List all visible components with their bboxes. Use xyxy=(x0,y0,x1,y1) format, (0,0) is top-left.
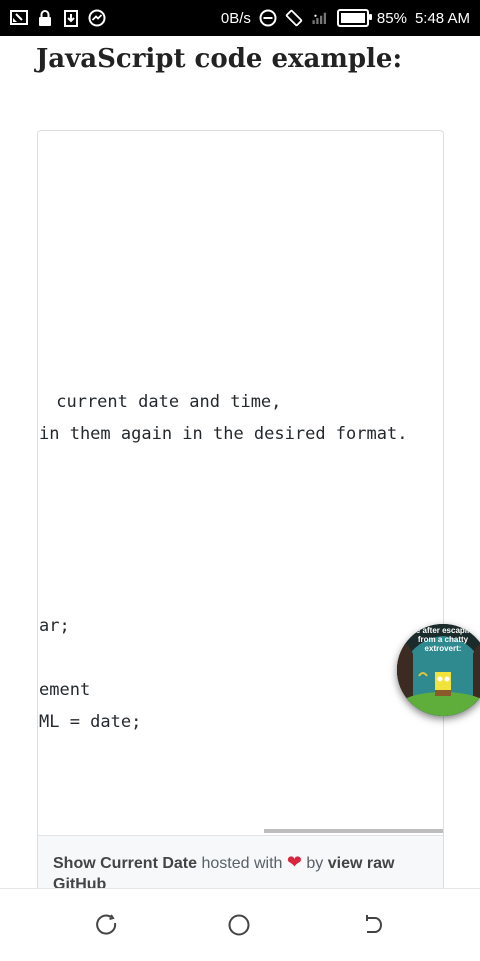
screen-cast-icon xyxy=(10,9,28,27)
back-icon[interactable] xyxy=(360,912,386,938)
code-line: ML = date; xyxy=(39,712,142,732)
gist-embed[interactable]: current date and time, in them again in … xyxy=(37,130,444,889)
signal-icon xyxy=(311,9,329,27)
recent-apps-icon[interactable] xyxy=(94,912,120,938)
page-title: JavaScript code example: xyxy=(36,44,403,74)
network-speed: 0B/s xyxy=(220,9,251,27)
lock-icon xyxy=(36,9,54,27)
code-line: in them again in the desired format. xyxy=(39,424,408,444)
status-left-icons xyxy=(10,9,106,27)
home-icon[interactable] xyxy=(226,912,252,938)
by-text: by xyxy=(306,855,324,872)
code-line: ement xyxy=(39,680,91,700)
messenger-icon xyxy=(88,9,106,27)
heart-icon: ❤ xyxy=(286,852,302,872)
status-bar: 0B/s 85% 5:48 AM xyxy=(0,0,480,36)
gist-footer: Show Current Date hosted with ❤ by view … xyxy=(38,835,443,889)
code-line: current date and time, xyxy=(46,392,282,412)
download-icon xyxy=(62,9,80,27)
meme-caption: Me after escaping from a chatty extrover… xyxy=(409,626,477,653)
battery-icon xyxy=(336,9,372,27)
status-right: 0B/s 85% 5:48 AM xyxy=(221,0,470,36)
horizontal-scrollbar[interactable] xyxy=(264,829,443,833)
clock: 5:48 AM xyxy=(414,9,470,27)
view-raw-link[interactable]: view raw xyxy=(328,855,395,872)
code-line: ar; xyxy=(39,616,70,636)
do-not-disturb-icon xyxy=(259,9,277,27)
battery-percent: 85% xyxy=(376,9,407,27)
hosted-with-text: hosted with xyxy=(201,855,283,872)
navigation-bar xyxy=(0,888,480,961)
gist-file-link[interactable]: Show Current Date xyxy=(53,855,197,872)
floating-meme-bubble[interactable]: Me after escaping from a chatty extrover… xyxy=(397,624,480,716)
rotate-icon xyxy=(285,9,303,27)
